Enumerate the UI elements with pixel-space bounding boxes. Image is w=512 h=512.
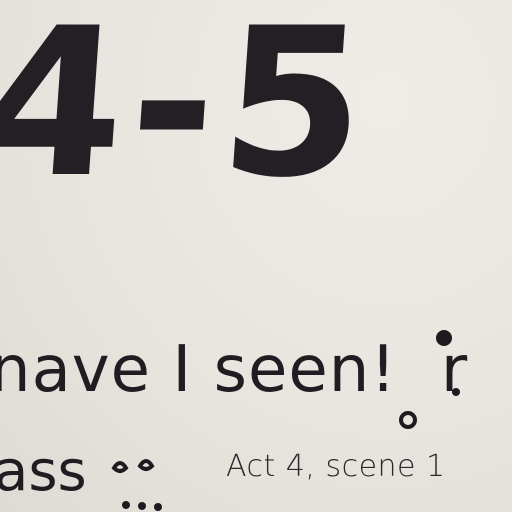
ink-dot: [122, 501, 130, 509]
eye-doodle: [137, 459, 155, 471]
ink-dot: [436, 330, 452, 346]
ink-dot: [399, 411, 417, 429]
ink-dot: [138, 502, 146, 510]
eye-doodle: [111, 461, 129, 473]
ink-doodles: [111, 330, 460, 511]
ink-dot: [154, 503, 162, 511]
ink-dot: [452, 388, 460, 396]
